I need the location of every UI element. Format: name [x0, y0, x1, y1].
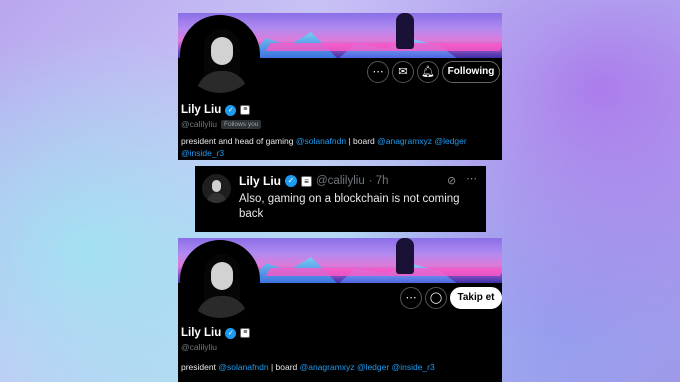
tweet-header: Lily Liu ✓ ≡ @calilyliu · 7h: [239, 174, 389, 188]
profile-handle-row: @calilyliu Follows you: [181, 119, 262, 129]
verified-icon: ✓: [225, 104, 237, 116]
bio-text: | board: [346, 136, 378, 146]
handle: @calilyliu: [181, 342, 218, 352]
verified-icon: ✓: [285, 175, 297, 187]
chat-icon: ◯: [429, 291, 443, 304]
tweet-timestamp[interactable]: · 7h: [369, 175, 389, 187]
more-icon: ⋯: [405, 291, 417, 304]
more-icon[interactable]: ⋯: [466, 172, 478, 185]
mention-link[interactable]: @ledger: [357, 362, 389, 372]
mention-link[interactable]: @inside_r3: [181, 148, 224, 158]
tweet-avatar[interactable]: [202, 174, 231, 203]
tweet-author-handle[interactable]: @calilyliu: [316, 175, 365, 187]
mention-link[interactable]: @inside_r3: [392, 362, 435, 372]
grok-icon[interactable]: ⊘: [447, 174, 460, 187]
follows-you-badge: Follows you: [221, 119, 262, 129]
more-button[interactable]: ⋯: [367, 61, 389, 83]
more-button[interactable]: ⋯: [400, 287, 422, 309]
mention-link[interactable]: @solanafndn: [218, 362, 268, 372]
mention-link[interactable]: @ledger: [434, 136, 466, 146]
follow-button[interactable]: Takip et: [450, 287, 502, 309]
display-name: Lily Liu: [181, 104, 222, 116]
solana-badge-icon[interactable]: ≡: [240, 105, 251, 115]
tweet-author-name[interactable]: Lily Liu: [239, 174, 281, 188]
mention-link[interactable]: @anagramxyz: [377, 136, 432, 146]
mention-link[interactable]: @solanafndn: [296, 136, 346, 146]
bio-text: president: [181, 362, 219, 372]
avatar[interactable]: [180, 15, 260, 95]
verified-icon: ✓: [225, 327, 237, 339]
display-name: Lily Liu: [181, 327, 222, 339]
profile-card-bottom: ⋯ ◯ Takip et Lily Liu ✓ ≡ @calilyliu pre…: [178, 238, 502, 382]
solana-badge-icon[interactable]: ≡: [240, 328, 251, 338]
bio-text: president and head of gaming: [181, 136, 296, 146]
mention-link[interactable]: @anagramxyz: [300, 362, 355, 372]
profile-handle-row: @calilyliu: [181, 342, 217, 352]
avatar[interactable]: [180, 240, 260, 320]
bio-text: | board: [268, 362, 300, 372]
profile-bio: president and head of gaming @solanafndn…: [181, 135, 501, 159]
message-button[interactable]: ✉: [392, 61, 414, 83]
bell-plus-icon: 🔔︎: [421, 65, 435, 78]
subscribe-notifications-button[interactable]: 🔔︎: [417, 61, 439, 83]
profile-name-row: Lily Liu ✓ ≡: [181, 327, 251, 339]
envelope-icon: ✉: [398, 65, 408, 78]
profile-card-top: ⋯ ✉ 🔔︎ Following Lily Liu ✓ ≡ @calilyliu…: [178, 13, 502, 160]
solana-badge-icon[interactable]: ≡: [301, 175, 312, 187]
chat-button[interactable]: ◯: [425, 287, 447, 309]
following-button[interactable]: Following: [442, 61, 500, 83]
tweet[interactable]: Lily Liu ✓ ≡ @calilyliu · 7h ⊘ ⋯ Also, g…: [195, 166, 486, 232]
profile-bio: president @solanafndn | board @anagramxy…: [181, 361, 501, 373]
more-icon: ⋯: [372, 65, 384, 78]
profile-name-row: Lily Liu ✓ ≡: [181, 104, 251, 116]
handle: @calilyliu: [181, 119, 218, 129]
tweet-text: Also, gaming on a blockchain is not comi…: [239, 193, 460, 220]
